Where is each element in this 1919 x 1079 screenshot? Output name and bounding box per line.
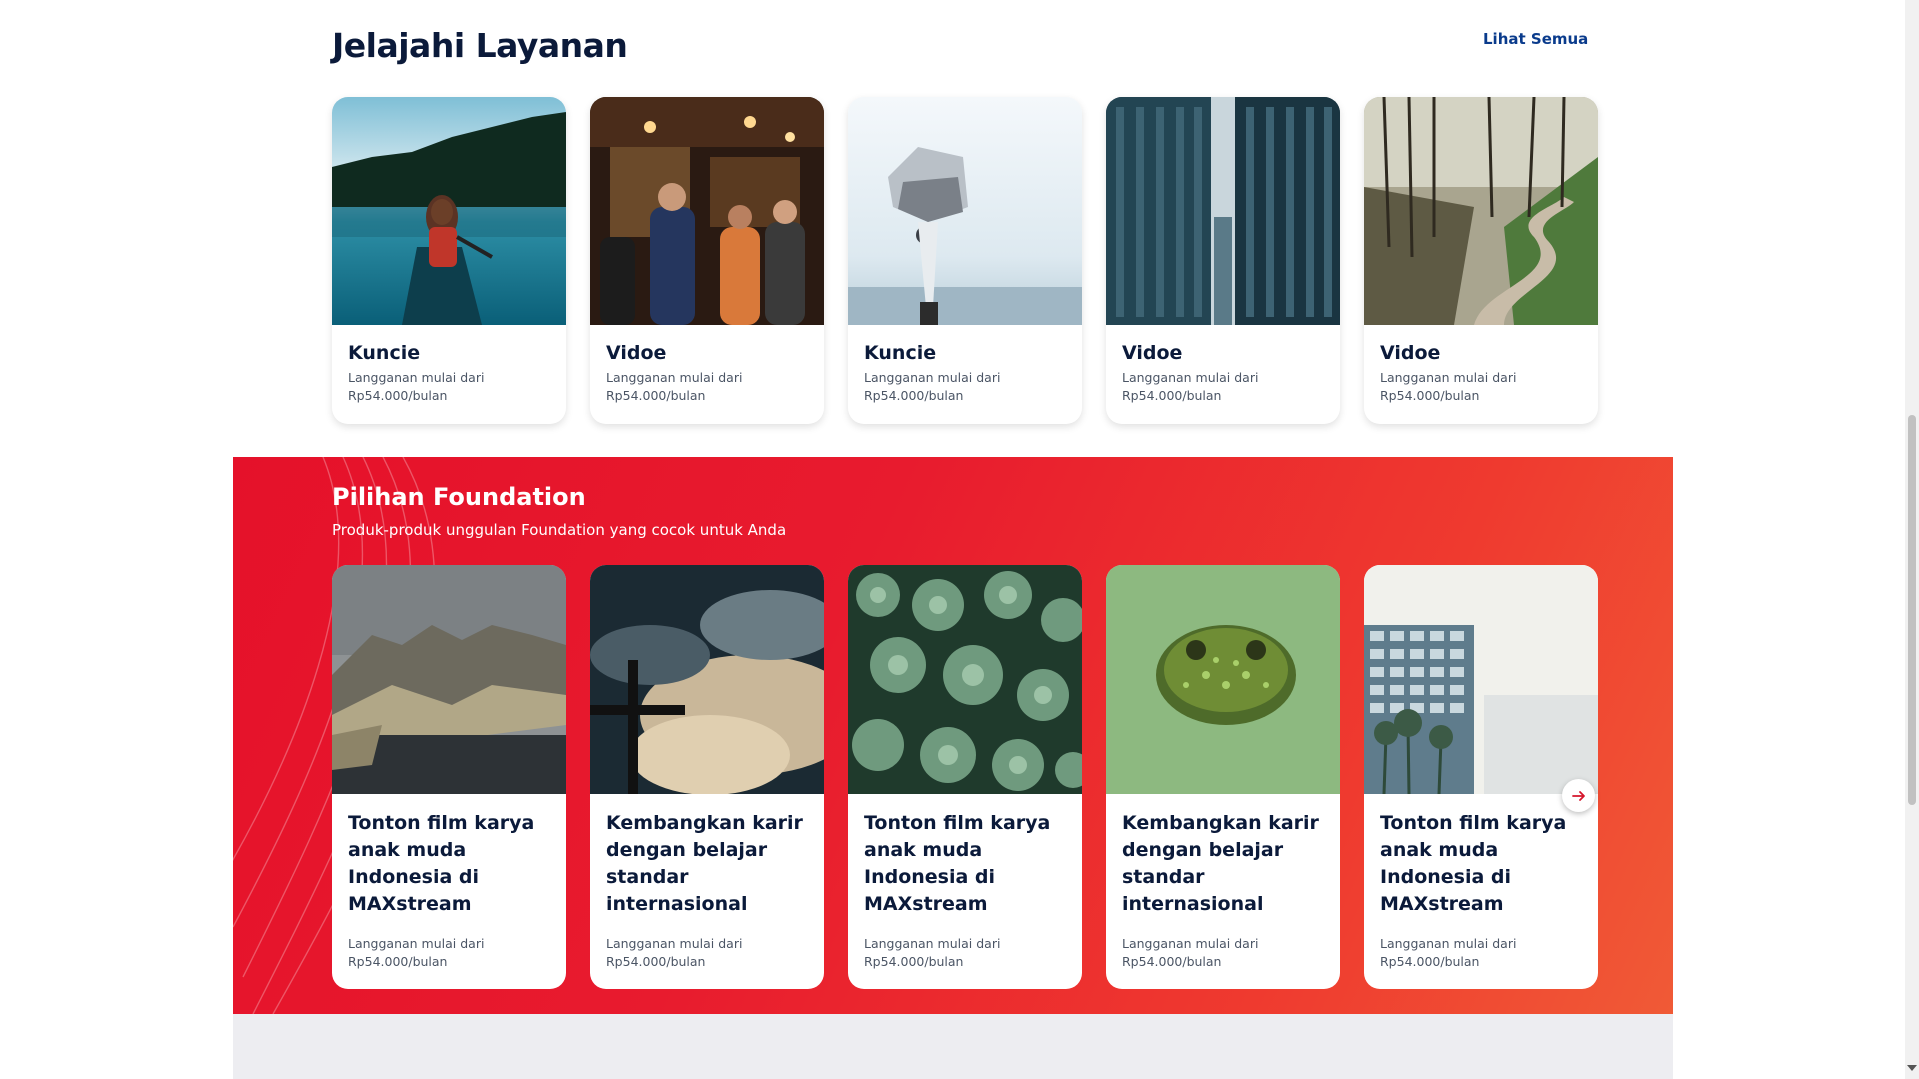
arrow-right-icon — [1571, 790, 1585, 801]
foundation-image — [1106, 565, 1340, 794]
foundation-card-price: Langganan mulai dari Rp54.000/bulan — [348, 936, 485, 969]
foundation-card-price: Langganan mulai dari Rp54.000/bulan — [1380, 936, 1517, 969]
section-title-foundation: Pilihan Foundation — [332, 483, 586, 511]
service-image — [1364, 97, 1598, 325]
foundation-card-title: Kembangkan karir dengan belajar standar … — [606, 812, 803, 915]
scrollbar-thumb[interactable] — [1908, 415, 1916, 805]
foundation-card-title: Tonton film karya anak muda Indonesia di… — [1380, 812, 1567, 915]
foundation-card-title: Tonton film karya anak muda Indonesia di… — [348, 812, 535, 915]
service-name: Vidoe — [606, 342, 667, 364]
foundation-card-price: Langganan mulai dari Rp54.000/bulan — [1122, 936, 1259, 969]
scroll-down-arrow-icon[interactable] — [1907, 1065, 1917, 1071]
carousel-next-button[interactable] — [1562, 779, 1595, 812]
foundation-image — [848, 565, 1082, 794]
service-card[interactable]: Kuncie Langganan mulai dari Rp54.000/bul… — [332, 97, 566, 424]
service-price: Langganan mulai dari Rp54.000/bulan — [1122, 370, 1259, 403]
service-image — [848, 97, 1082, 325]
foundation-card[interactable]: Kembangkan karir dengan belajar standar … — [590, 565, 824, 989]
service-image — [1106, 97, 1340, 325]
service-price: Langganan mulai dari Rp54.000/bulan — [606, 370, 743, 403]
foundation-card[interactable]: Tonton film karya anak muda Indonesia di… — [1364, 565, 1598, 989]
service-image — [332, 97, 566, 325]
foundation-card-price: Langganan mulai dari Rp54.000/bulan — [606, 936, 743, 969]
see-all-link[interactable]: Lihat Semua — [1483, 30, 1588, 48]
foundation-card[interactable]: Kembangkan karir dengan belajar standar … — [1106, 565, 1340, 989]
foundation-card[interactable]: Tonton film karya anak muda Indonesia di… — [332, 565, 566, 989]
service-price: Langganan mulai dari Rp54.000/bulan — [1380, 370, 1517, 403]
service-name: Vidoe — [1122, 342, 1183, 364]
foundation-image — [332, 565, 566, 794]
service-price: Langganan mulai dari Rp54.000/bulan — [348, 370, 485, 403]
foundation-card-price: Langganan mulai dari Rp54.000/bulan — [864, 936, 1001, 969]
next-section-background — [233, 1014, 1673, 1079]
foundation-card[interactable]: Tonton film karya anak muda Indonesia di… — [848, 565, 1082, 989]
page-scrollbar[interactable] — [1905, 0, 1919, 1079]
section-title-explore: Jelajahi Layanan — [332, 26, 628, 65]
foundation-card-title: Tonton film karya anak muda Indonesia di… — [864, 812, 1051, 915]
service-card[interactable]: Vidoe Langganan mulai dari Rp54.000/bula… — [1106, 97, 1340, 424]
service-card[interactable]: Vidoe Langganan mulai dari Rp54.000/bula… — [590, 97, 824, 424]
service-card[interactable]: Vidoe Langganan mulai dari Rp54.000/bula… — [1364, 97, 1598, 424]
foundation-card-title: Kembangkan karir dengan belajar standar … — [1122, 812, 1319, 915]
page: Jelajahi Layanan Lihat Semua Kuncie Lang… — [0, 0, 1919, 1079]
service-card[interactable]: Kuncie Langganan mulai dari Rp54.000/bul… — [848, 97, 1082, 424]
service-name: Vidoe — [1380, 342, 1441, 364]
service-name: Kuncie — [864, 342, 937, 364]
foundation-image — [590, 565, 824, 794]
service-price: Langganan mulai dari Rp54.000/bulan — [864, 370, 1001, 403]
foundation-image — [1364, 565, 1598, 794]
service-name: Kuncie — [348, 342, 421, 364]
section-subtitle-foundation: Produk-produk unggulan Foundation yang c… — [332, 521, 787, 539]
service-image — [590, 97, 824, 325]
